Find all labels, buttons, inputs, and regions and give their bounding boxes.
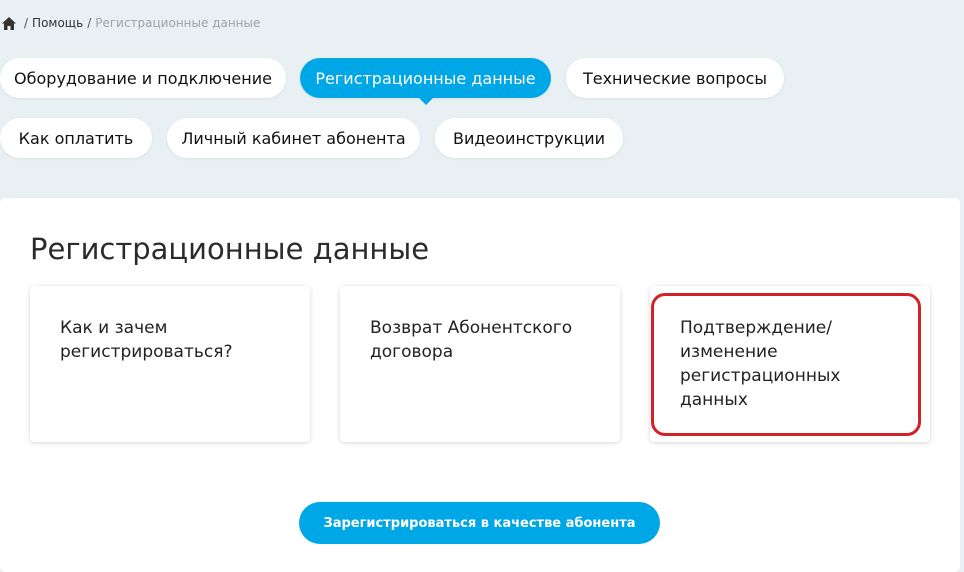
breadcrumb-separator: /: [24, 16, 29, 30]
tab-video-instructions[interactable]: Видеоинструкции: [435, 118, 623, 158]
breadcrumb-separator: /: [87, 16, 92, 30]
breadcrumb-item-current: Регистрационные данные: [95, 16, 261, 30]
breadcrumb: / Помощь / Регистрационные данные: [2, 16, 260, 30]
tab-equipment[interactable]: Оборудование и подключение: [0, 58, 286, 98]
section-title: Регистрационные данные: [30, 232, 430, 266]
home-icon[interactable]: [2, 16, 16, 30]
tab-technical-questions[interactable]: Технические вопросы: [566, 58, 784, 98]
breadcrumb-item-help[interactable]: Помощь: [32, 16, 83, 30]
card-how-to-register[interactable]: Как и зачем регистрироваться?: [30, 286, 310, 442]
card-contract-return[interactable]: Возврат Абонентского договора: [340, 286, 620, 442]
tab-personal-account[interactable]: Личный кабинет абонента: [167, 118, 420, 158]
card-confirm-change-data[interactable]: Подтверждение/ изменение регистрационных…: [650, 286, 930, 442]
tab-how-to-pay[interactable]: Как оплатить: [0, 118, 152, 158]
register-subscriber-button[interactable]: Зарегистрироваться в качестве абонента: [299, 502, 660, 544]
tab-registration-data[interactable]: Регистрационные данные: [300, 58, 551, 105]
